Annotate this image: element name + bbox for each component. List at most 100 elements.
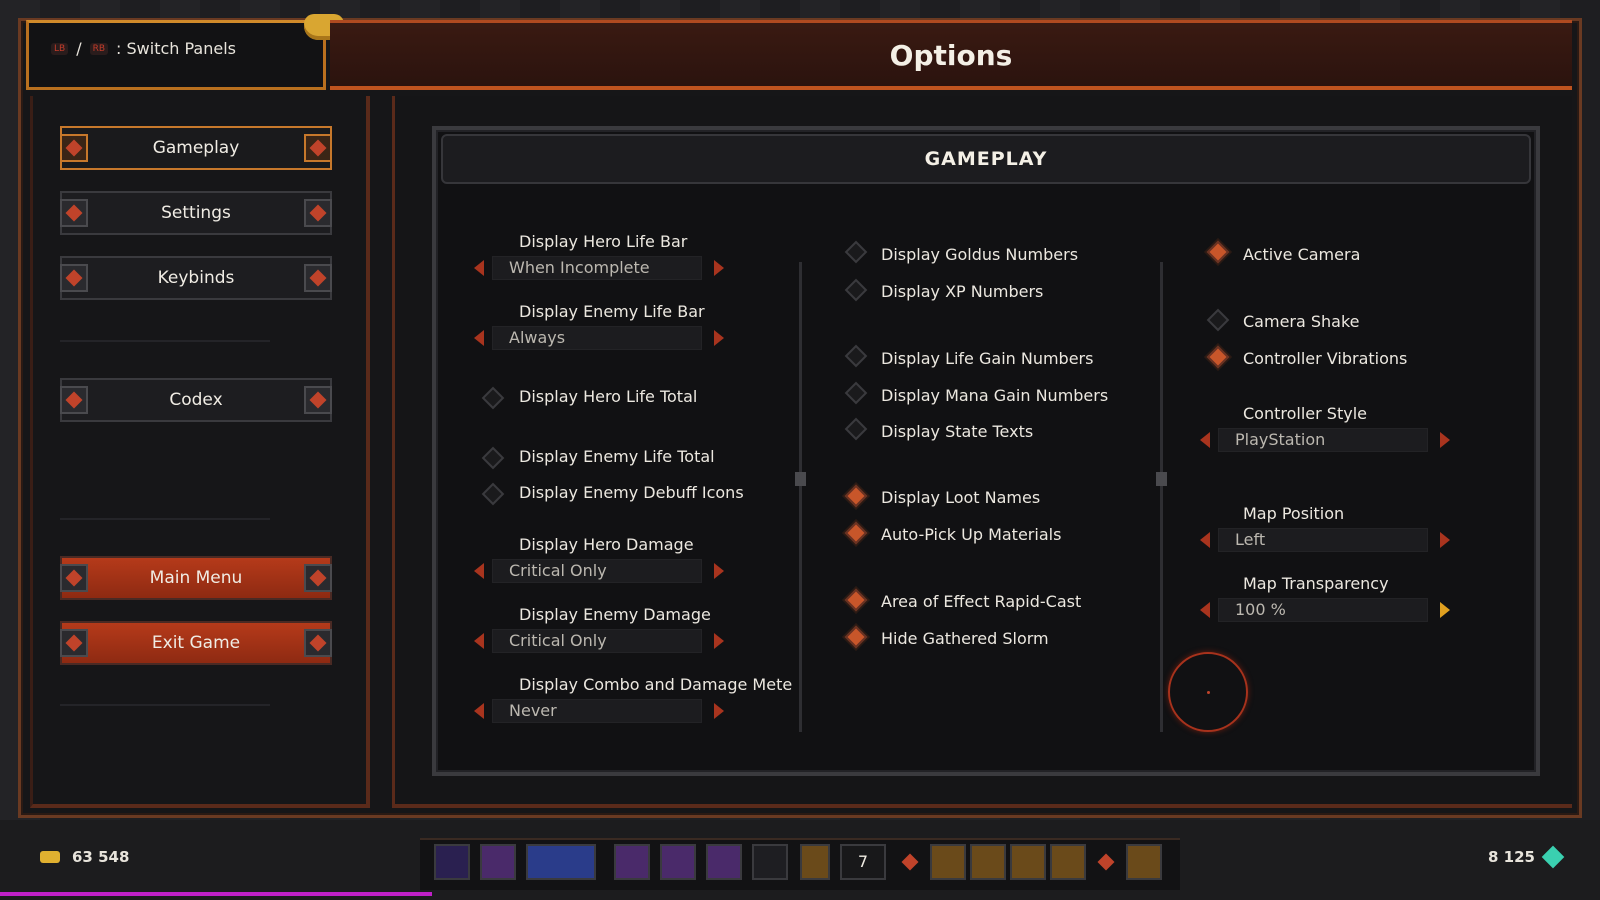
gold-coin-icon [40,851,60,863]
menu-icon[interactable] [1126,844,1162,880]
goldus-numbers-label: Display Goldus Numbers [881,245,1079,264]
camera-shake-label: Camera Shake [1243,312,1360,331]
enemy-damage-label: Display Enemy Damage [519,605,711,624]
column-scrollbar[interactable] [795,262,806,732]
skill-slot-2[interactable] [480,844,516,880]
map-transparency-label: Map Transparency [1243,574,1389,593]
arrow-left-icon[interactable] [1200,602,1210,618]
diamond-icon [304,199,332,227]
divider [60,704,270,706]
diamond-icon [60,134,88,162]
character-icon[interactable] [1050,844,1086,880]
sidebar-item-label: Main Menu [149,568,243,588]
lb-button-glyph: LB [51,42,69,55]
selector-value: Critical Only [492,629,702,653]
switch-separator: / [76,39,82,58]
aoe-rapid-cast-label: Area of Effect Rapid-Cast [881,592,1082,611]
sidebar-item-label: Gameplay [152,138,240,158]
selector-value: Critical Only [492,559,702,583]
gem-icon [1541,845,1565,869]
switch-panels-label: LB / RB : Switch Panels [51,39,236,58]
selector-value: PlayStation [1218,428,1428,452]
gamepad-cursor-ring [1168,652,1248,732]
arrow-left-icon[interactable] [474,563,484,579]
selector-value: When Incomplete [492,256,702,280]
rb-button-glyph: RB [89,42,109,55]
gem-amount: 8 125 [1488,848,1535,866]
diamond-icon [60,564,88,592]
skill-slot-4[interactable] [660,844,696,880]
xp-numbers-label: Display XP Numbers [881,282,1044,301]
switch-panels-text: : Switch Panels [116,39,236,58]
page-title: Options [889,39,1013,72]
diamond-icon [304,386,332,414]
diamond-icon [60,199,88,227]
life-gain-numbers-label: Display Life Gain Numbers [881,349,1094,368]
sidebar-item-codex[interactable]: Codex [60,378,332,422]
selector-value: 100 % [1218,598,1428,622]
active-camera-label: Active Camera [1243,245,1361,264]
inventory-slot-3[interactable] [1010,844,1046,880]
divider [60,340,270,342]
skill-slot-primary[interactable] [526,844,596,880]
map-position-label: Map Position [1243,504,1345,523]
arrow-left-icon[interactable] [1200,532,1210,548]
arrow-left-icon[interactable] [474,330,484,346]
scroll-knob[interactable] [795,472,806,486]
arrow-right-icon[interactable] [714,330,724,346]
arrow-right-icon[interactable] [1440,602,1450,618]
skill-slot-1[interactable] [434,844,470,880]
gem-counter: 8 125 [1488,845,1565,869]
sidebar-item-gameplay[interactable]: Gameplay [60,126,332,170]
loot-names-label: Display Loot Names [881,488,1041,507]
skill-slot-empty[interactable] [752,844,788,880]
divider [60,518,270,520]
arrow-right-icon[interactable] [714,633,724,649]
mana-gain-numbers-label: Display Mana Gain Numbers [881,386,1109,405]
hero-life-bar-label: Display Hero Life Bar [519,232,688,251]
diamond-icon [304,264,332,292]
section-title: GAMEPLAY [441,134,1531,184]
potion-icon[interactable] [800,844,830,880]
hero-life-total-label: Display Hero Life Total [519,387,698,406]
gold-counter: 63 548 [40,848,129,866]
skill-slot-5[interactable] [706,844,742,880]
arrow-right-icon[interactable] [1440,532,1450,548]
inventory-slot-1[interactable] [930,844,966,880]
sidebar-item-label: Keybinds [157,268,235,288]
arrow-right-icon[interactable] [1440,432,1450,448]
sidebar-item-label: Exit Game [151,633,241,653]
combo-meter-label: Display Combo and Damage Mete [519,675,793,694]
hero-damage-label: Display Hero Damage [519,535,694,554]
main-menu-button[interactable]: Main Menu [60,556,332,600]
enemy-life-bar-label: Display Enemy Life Bar [519,302,705,321]
arrow-right-icon[interactable] [714,703,724,719]
sidebar-item-keybinds[interactable]: Keybinds [60,256,332,300]
header-bar: Options [330,20,1572,90]
sidebar-item-label: Codex [169,390,223,410]
skill-slot-3[interactable] [614,844,650,880]
arrow-left-icon[interactable] [474,260,484,276]
hide-slorm-label: Hide Gathered Slorm [881,629,1049,648]
potion-count: 7 [840,844,886,880]
diamond-icon [60,386,88,414]
xp-progress-bar [0,892,432,896]
exit-game-button[interactable]: Exit Game [60,621,332,665]
diamond-icon [304,564,332,592]
inventory-slot-2[interactable] [970,844,1006,880]
arrow-left-icon[interactable] [474,703,484,719]
panel-switch-hint: LB / RB : Switch Panels [26,20,326,90]
column-scrollbar[interactable] [1156,262,1167,732]
arrow-right-icon[interactable] [714,260,724,276]
enemy-debuff-icons-label: Display Enemy Debuff Icons [519,483,744,502]
arrow-left-icon[interactable] [1200,432,1210,448]
diamond-icon [60,629,88,657]
arrow-left-icon[interactable] [474,633,484,649]
enemy-life-total-label: Display Enemy Life Total [519,447,715,466]
controller-style-label: Controller Style [1243,404,1367,423]
sidebar-item-settings[interactable]: Settings [60,191,332,235]
controller-vibrations-label: Controller Vibrations [1243,349,1408,368]
scroll-knob[interactable] [1156,472,1167,486]
state-texts-label: Display State Texts [881,422,1034,441]
arrow-right-icon[interactable] [714,563,724,579]
